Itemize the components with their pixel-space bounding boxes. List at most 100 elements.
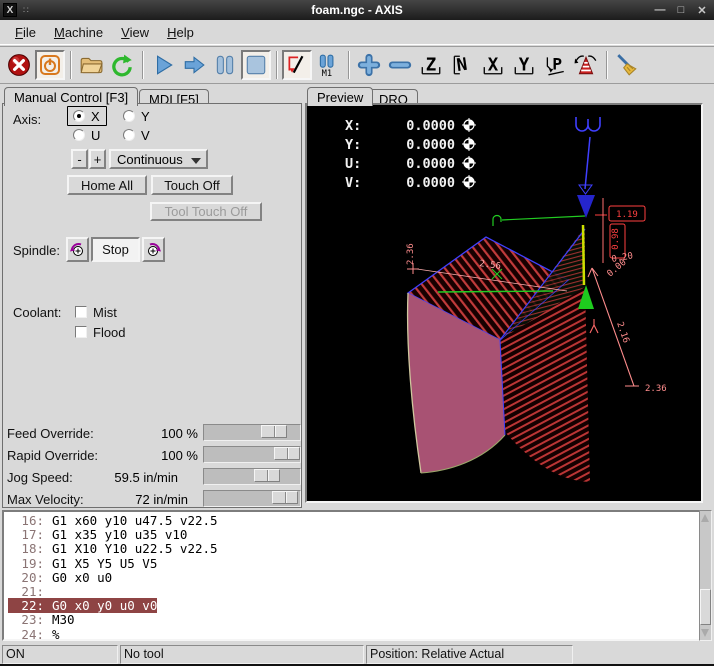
jog-speed-row: Jog Speed: 59.5 in/min [3,466,303,488]
menu-file[interactable]: File [6,22,45,43]
view-y-icon: Y [512,53,536,77]
power-icon [39,54,61,76]
view-side-x-button[interactable]: X [478,50,508,80]
view-z-icon: Z [419,53,443,77]
menu-help[interactable]: Help [158,22,203,43]
machine-power-button[interactable] [35,50,65,80]
axis-label: Axis: [13,112,41,127]
axis-y-radio-label[interactable]: Y [141,109,150,124]
gcode-line[interactable]: 23:M30 [8,613,710,627]
gcode-line-highlighted[interactable]: 22:G0 x0 y0 u0 v0 [8,599,710,613]
gcode-line[interactable]: 18:G1 X10 Y10 u22.5 v22.5 [8,542,710,556]
rapid-override-slider[interactable] [203,446,301,463]
axis-v-radio-label[interactable]: V [141,128,150,143]
spindle-ccw-button[interactable] [66,237,89,262]
axis-u-radio-label[interactable]: U [91,128,100,143]
gcode-line[interactable]: 16:G1 x60 y10 u47.5 v22.5 [8,514,710,528]
svg-text:0.0000: 0.0000 [406,156,455,172]
feed-override-slider-thumb[interactable] [261,425,287,438]
feed-override-slider[interactable] [203,424,301,441]
clear-plot-button[interactable] [612,50,642,80]
jog-minus-button[interactable]: - [71,149,88,169]
jog-speed-slider[interactable] [203,468,301,485]
gcode-line[interactable]: 17:G1 x35 y10 u35 v10 [8,528,710,542]
zoom-out-button[interactable] [385,50,415,80]
zoom-in-button[interactable] [354,50,384,80]
view-rotated-top-button[interactable]: N [447,50,477,80]
flood-checkbox-label[interactable]: Flood [93,325,126,340]
spindle-label: Spindle: [13,243,60,258]
rotate-view-button[interactable] [571,50,601,80]
axis-x-radio-label[interactable]: X [91,109,100,124]
axis-u-radio[interactable] [73,129,85,141]
gcode-scrollbar[interactable] [699,510,712,641]
tab-manual-control[interactable]: Manual Control [F3] [4,87,138,106]
toolbar-separator [348,51,350,79]
reload-icon [110,53,134,77]
max-velocity-slider[interactable] [203,490,301,507]
gcode-listing[interactable]: 16:G1 x60 y10 u47.5 v22.5 17:G1 x35 y10 … [2,510,712,641]
optional-pause-toggle[interactable]: M1 [313,50,343,80]
rapid-override-slider-thumb[interactable] [274,447,300,460]
tab-preview[interactable]: Preview [307,87,373,106]
close-button[interactable]: ✕ [696,4,708,17]
axis-v-radio[interactable] [123,129,135,141]
spindle-ccw-icon [69,241,86,258]
chevron-down-icon [191,158,201,164]
feed-override-label: Feed Override: [7,426,94,441]
menu-machine[interactable]: Machine [45,22,112,43]
toolbar-separator [70,51,72,79]
home-all-button[interactable]: Home All [67,175,147,195]
jog-speed-slider-thumb[interactable] [254,469,280,482]
jog-plus-button[interactable]: + [89,149,106,169]
rapid-override-value: 100 % [113,448,198,463]
svg-text:U:: U: [345,156,361,172]
position-mode-cell: Position: Relative Actual [366,645,573,664]
mist-checkbox[interactable] [75,306,87,318]
jog-speed-value: 59.5 in/min [93,470,178,485]
pause-button[interactable] [210,50,240,80]
jog-mode-select[interactable]: Continuous [109,149,208,169]
mist-checkbox-label[interactable]: Mist [93,305,117,320]
window-title: foam.ngc - AXIS [0,3,714,17]
step-arrow-icon [182,53,206,77]
view-top-z-button[interactable]: Z [416,50,446,80]
preview-canvas[interactable]: X:0.0000 Y:0.0000 U:0.0000 V:0.0000 [307,105,701,501]
view-front-y-button[interactable]: Y [509,50,539,80]
spindle-stop-button[interactable]: Stop [91,237,140,262]
scroll-up-arrow-icon[interactable] [701,513,709,522]
feed-override-row: Feed Override: 100 % [3,422,303,444]
maximize-button[interactable]: □ [675,4,687,16]
minimize-button[interactable]: — [654,4,666,16]
touch-off-button[interactable]: Touch Off [151,175,233,195]
axis-y-radio[interactable] [123,110,135,122]
max-velocity-slider-thumb[interactable] [272,491,298,504]
run-step-button[interactable] [179,50,209,80]
axis-x-radio[interactable] [73,110,85,122]
view-z2-icon: N [450,53,474,77]
svg-text:2.36: 2.36 [406,243,416,265]
estop-button[interactable] [4,50,34,80]
zoom-out-icon [388,53,412,77]
gcode-line[interactable]: 24:% [8,628,710,642]
menu-view[interactable]: View [112,22,158,43]
tool-touch-off-button[interactable]: Tool Touch Off [150,202,262,221]
wire-edge [583,225,584,285]
svg-text:Y:: Y: [345,137,361,153]
svg-text:2.36: 2.36 [645,384,667,394]
gcode-line[interactable]: 19:G1 X5 Y5 U5 V5 [8,557,710,571]
spindle-cw-button[interactable] [142,237,165,262]
zoom-in-icon [357,53,381,77]
run-program-button[interactable] [148,50,178,80]
scroll-down-arrow-icon[interactable] [701,629,709,638]
max-velocity-label: Max Velocity: [7,492,84,507]
stop-button[interactable] [241,50,271,80]
scrollbar-thumb[interactable] [700,589,711,625]
view-perspective-button[interactable]: P [540,50,570,80]
gcode-line[interactable]: 21: [8,585,710,599]
flood-checkbox[interactable] [75,326,87,338]
open-file-button[interactable] [76,50,106,80]
skip-lines-toggle[interactable] [282,50,312,80]
reload-file-button[interactable] [107,50,137,80]
gcode-line[interactable]: 20:G0 x0 u0 [8,571,710,585]
